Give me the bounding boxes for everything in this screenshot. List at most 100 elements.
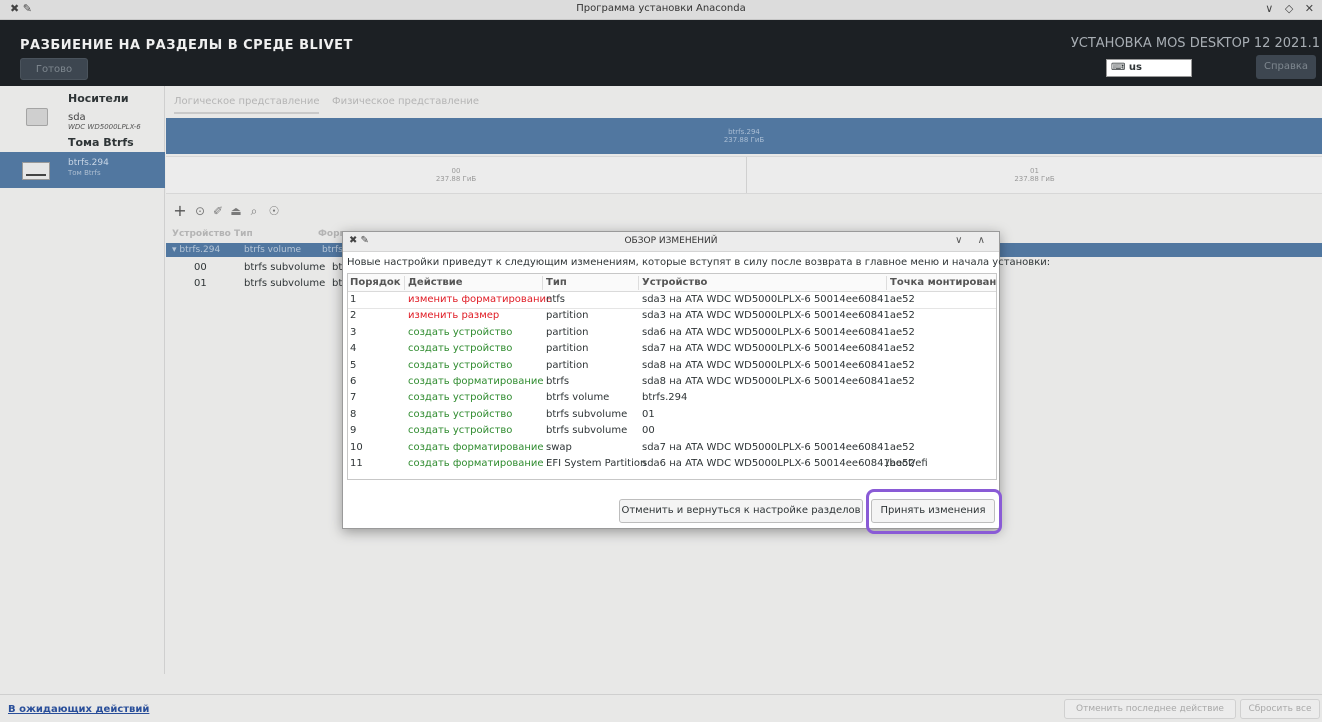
row-device: 00: [194, 262, 207, 273]
dialog-titlebar: ✖ ✎ ОБЗОР ИЗМЕНЕНИЙ ∨ ∧: [343, 232, 999, 252]
cell-action: создать форматирование: [408, 441, 544, 453]
cell-device: sda7 на ATA WDC WD5000LPLX-6 50014ee6084…: [642, 343, 915, 355]
cell-type: ntfs: [546, 294, 565, 305]
table-row[interactable]: 7 создать устройство btrfs volume btrfs.294: [348, 391, 996, 407]
table-row[interactable]: 4 создать устройство partition sda7 на ATA …: [348, 342, 996, 358]
volume-bar-size: 237.88 ГиБ: [723, 136, 765, 144]
segment-name: 00: [451, 167, 461, 175]
cell-order: 11: [350, 458, 363, 469]
table-row[interactable]: 10 создать форматирование swap sda7 на ATA …: [348, 441, 996, 457]
table-row[interactable]: 01 btrfs subvolume btrfs: [166, 278, 366, 292]
row-type: btrfs volume: [244, 245, 302, 255]
device-tree: Носители sda WDC WD5000LPLX-6 Тома Btrfs…: [0, 86, 165, 674]
cell-type: partition: [546, 326, 589, 338]
spoke-header: РАЗБИЕНИЕ НА РАЗДЕЛЫ В СРЕДЕ BLIVET Гото…: [0, 20, 1322, 86]
dialog-window-controls[interactable]: ∨ ∧: [955, 235, 991, 246]
unmount-icon[interactable]: ⏏: [228, 202, 244, 220]
cell-device: 00: [642, 425, 655, 437]
keyboard-layout-indicator[interactable]: ⌨ us: [1106, 59, 1192, 77]
disk-model: WDC WD5000LPLX-6: [68, 123, 141, 131]
subvolume-bar: 00 237.88 ГиБ 01 237.88 ГиБ: [166, 156, 1322, 194]
cell-type: btrfs subvolume: [546, 408, 628, 420]
header-separator: [886, 276, 887, 290]
changes-table-header: Порядок Действие Тип Устройство Точка мо…: [348, 274, 996, 292]
cell-device: btrfs.294: [642, 392, 688, 404]
volume-name: btrfs.294: [68, 158, 109, 168]
cell-order: 10: [350, 441, 363, 453]
page-title: РАЗБИЕНИЕ НА РАЗДЕЛЫ В СРЕДЕ BLIVET: [20, 38, 353, 53]
search-icon[interactable]: ⌕: [246, 202, 262, 220]
volume-bar[interactable]: btrfs.294 237.88 ГиБ: [166, 118, 1322, 154]
remove-icon[interactable]: ⊙: [192, 202, 208, 220]
table-row[interactable]: 3 создать устройство partition sda6 на ATA …: [348, 326, 996, 342]
dialog-title: ОБЗОР ИЗМЕНЕНИЙ: [624, 236, 718, 246]
cell-type: partition: [546, 359, 589, 371]
cell-action: создать форматирование: [408, 458, 544, 469]
pending-actions-link[interactable]: В ожидающих действий: [8, 704, 149, 715]
col-mount: Точка монтирования: [890, 277, 997, 288]
product-title: УСТАНОВКА MOS DESKTOP 12 2021.1: [1070, 36, 1320, 51]
done-button[interactable]: Готово: [20, 58, 88, 80]
subvolume-segment-00[interactable]: 00 237.88 ГиБ: [166, 157, 746, 193]
cell-order: 9: [350, 425, 357, 437]
cell-order: 5: [350, 359, 357, 371]
volume-icon: [22, 162, 50, 180]
cell-device: sda8 на ATA WDC WD5000LPLX-6 50014ee6084…: [642, 376, 915, 387]
table-row[interactable]: 9 создать устройство btrfs subvolume 00: [348, 424, 996, 440]
disk-name[interactable]: sda: [68, 112, 86, 123]
window-title: Программа установки Anaconda: [576, 3, 746, 14]
cell-order: 7: [350, 392, 357, 404]
bottom-bar: В ожидающих действий Отменить последнее …: [0, 694, 1322, 722]
cell-type: partition: [546, 310, 589, 322]
row-type: btrfs subvolume: [244, 278, 326, 289]
cell-device: sda3 на ATA WDC WD5000LPLX-6 50014ee6084…: [642, 294, 915, 305]
group-media: Носители: [68, 92, 129, 105]
cell-order: 1: [350, 294, 357, 305]
cell-action: создать устройство: [408, 359, 513, 371]
subvolume-segment-01[interactable]: 01 237.88 ГиБ: [747, 157, 1322, 193]
sidebar-item-btrfs-volume[interactable]: btrfs.294 Том Btrfs: [0, 152, 165, 188]
summary-dialog: ✖ ✎ ОБЗОР ИЗМЕНЕНИЙ ∨ ∧ Новые настройки …: [342, 231, 1050, 529]
col-device: Устройство: [642, 277, 708, 288]
table-row[interactable]: 1 изменить форматирование ntfs sda3 на ATA …: [348, 293, 996, 309]
changes-table: Порядок Действие Тип Устройство Точка мо…: [347, 273, 997, 480]
view-tabs: Логическое представление Физическое пред…: [166, 90, 1322, 116]
header-separator: [404, 276, 405, 290]
tab-logical[interactable]: Логическое представление: [174, 96, 320, 114]
row-format: btrfs: [322, 245, 343, 255]
table-row[interactable]: 8 создать устройство btrfs subvolume 01: [348, 408, 996, 424]
cell-device: sda7 на ATA WDC WD5000LPLX-6 50014ee6084…: [642, 441, 915, 453]
dialog-message: Новые настройки приведут к следующим изм…: [347, 257, 1051, 268]
volume-bar-name: btrfs.294: [728, 128, 760, 136]
row-type: btrfs subvolume: [244, 262, 326, 273]
table-row[interactable]: 5 создать устройство partition sda8 на ATA …: [348, 359, 996, 375]
cancel-button[interactable]: Отменить и вернуться к настройке раздело…: [619, 499, 863, 523]
table-row[interactable]: 6 создать форматирование btrfs sda8 на ATA …: [348, 375, 996, 391]
header-separator: [638, 276, 639, 290]
edit-icon[interactable]: ✐: [210, 202, 226, 220]
cell-device: 01: [642, 408, 655, 420]
cell-type: swap: [546, 441, 572, 453]
undo-last-action-button[interactable]: Отменить последнее действие: [1064, 699, 1236, 719]
cell-mount: /boot/efi: [886, 458, 928, 469]
col-order: Порядок: [350, 277, 401, 288]
window-controls[interactable]: ∨ ◇ ✕: [1265, 2, 1318, 15]
tab-physical[interactable]: Физическое представление: [332, 96, 479, 107]
table-row[interactable]: 2 изменить размер partition sda3 на ATA WDC…: [348, 309, 996, 325]
cell-action: создать форматирование: [408, 376, 544, 387]
cell-type: EFI System Partition: [546, 458, 647, 469]
cell-order: 2: [350, 310, 357, 322]
reset-all-button[interactable]: Сбросить все: [1240, 699, 1320, 719]
col-type: Тип: [234, 229, 253, 239]
cell-type: btrfs: [546, 376, 570, 387]
col-action: Действие: [408, 277, 463, 288]
add-icon[interactable]: +: [172, 202, 188, 220]
col-device: Устройство: [172, 229, 231, 239]
cell-device: sda6 на ATA WDC WD5000LPLX-6 50014ee6084…: [642, 326, 915, 338]
table-row[interactable]: 11 создать форматирование EFI System Parti…: [348, 457, 996, 473]
help-button[interactable]: Справка: [1256, 55, 1316, 79]
cell-action: создать устройство: [408, 408, 513, 420]
table-row[interactable]: 00 btrfs subvolume btrfs: [166, 262, 366, 276]
cell-action: изменить форматирование: [408, 294, 553, 305]
info-icon[interactable]: ☉: [266, 202, 282, 220]
